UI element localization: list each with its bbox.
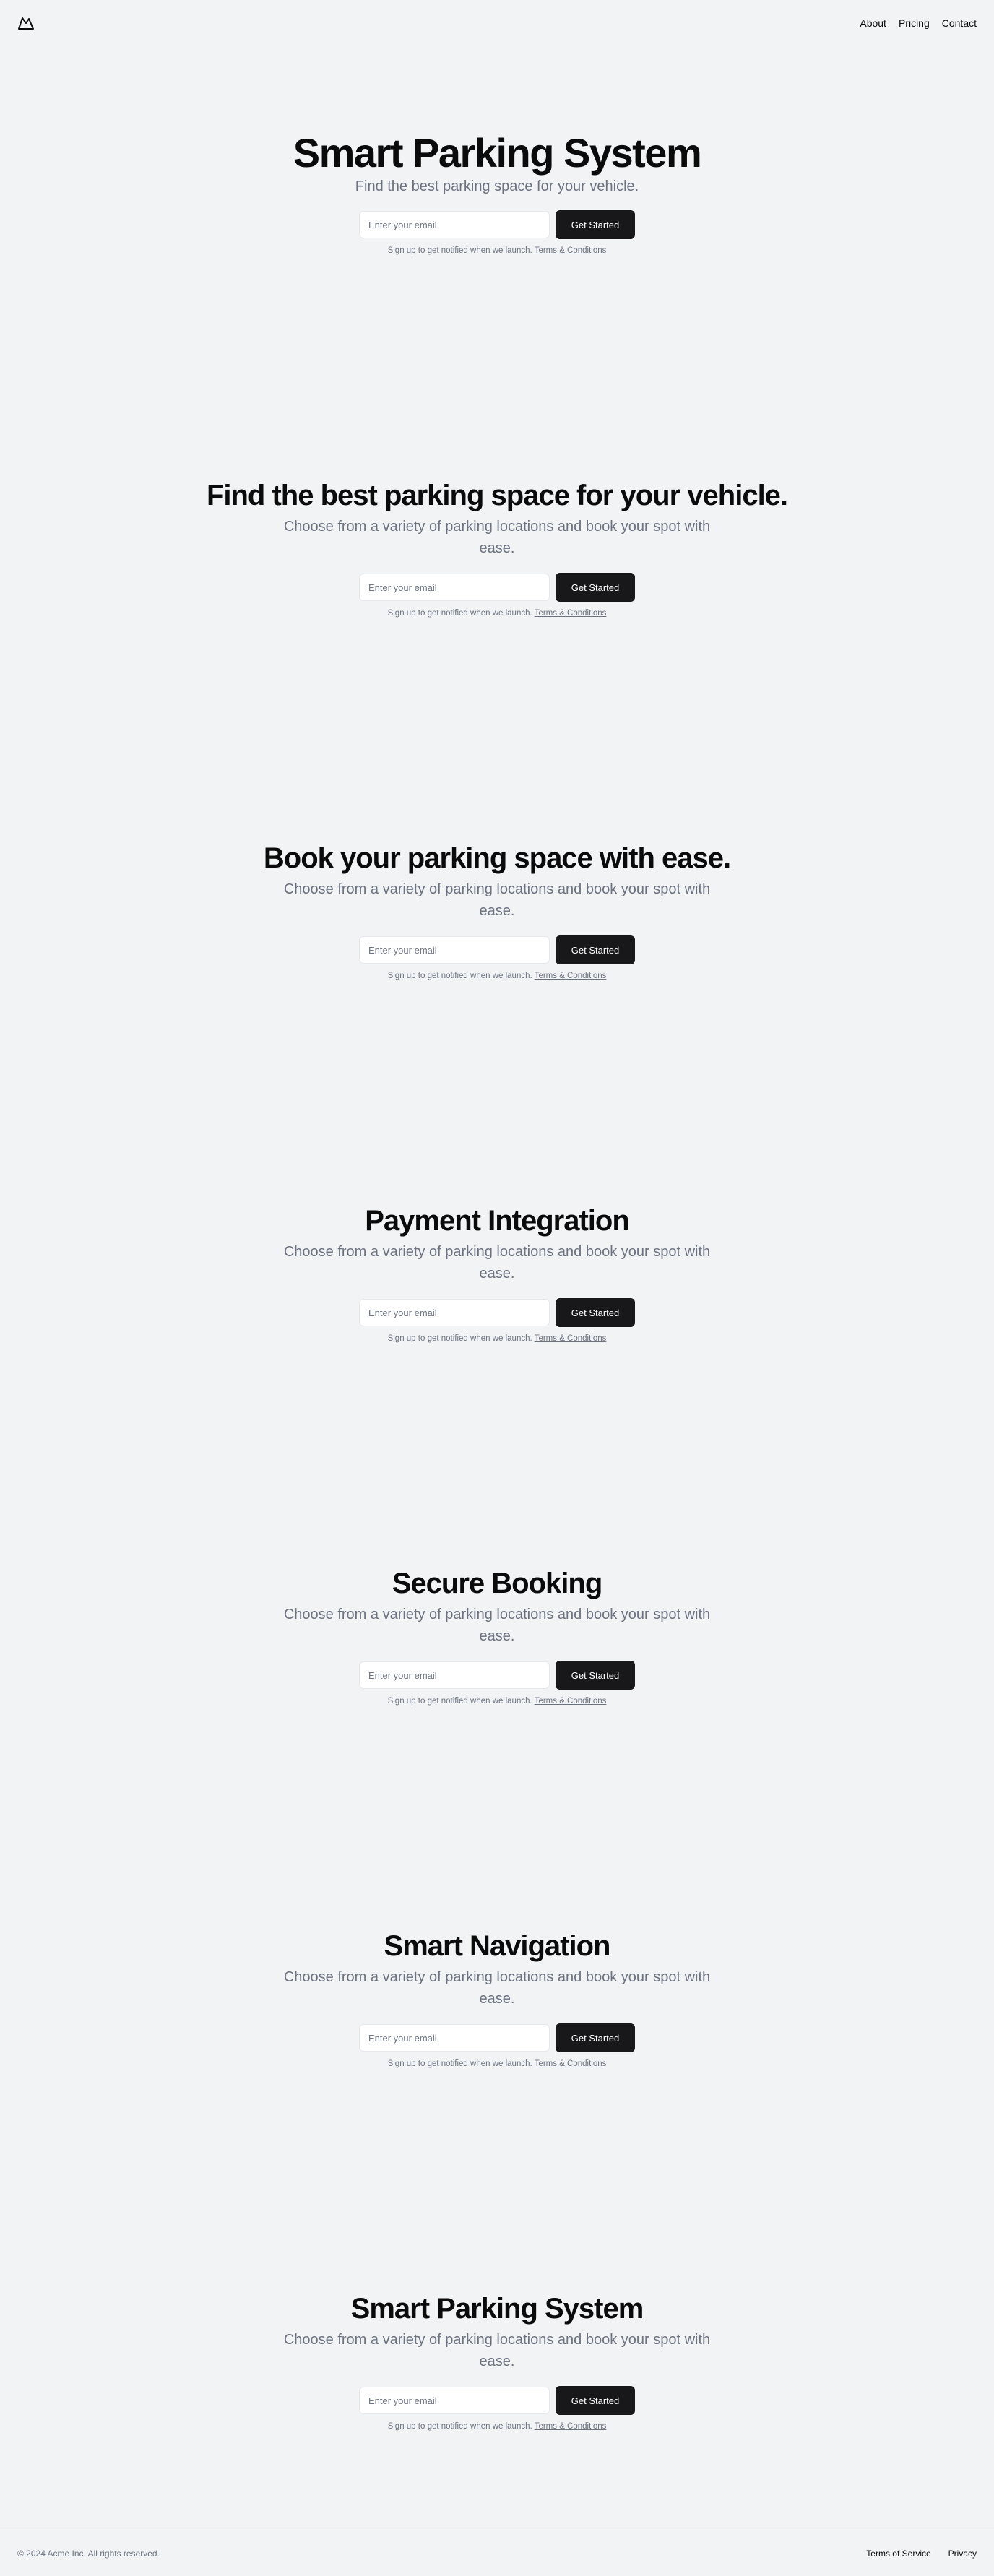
signup-note-text: Sign up to get notified when we launch. — [387, 2422, 535, 2431]
signup-note-text: Sign up to get notified when we launch. — [387, 1697, 535, 1706]
section-subtitle: Choose from a variety of parking locatio… — [283, 881, 711, 919]
signup-note: Sign up to get notified when we launch. … — [388, 1697, 607, 1706]
get-started-button[interactable]: Get Started — [556, 2023, 635, 2052]
main-nav: About Pricing Contact — [860, 17, 977, 29]
section-title: Payment Integration — [365, 1205, 630, 1237]
email-input[interactable] — [359, 1661, 550, 1689]
nav-link-pricing[interactable]: Pricing — [899, 17, 930, 29]
section-title: Smart Parking System — [350, 2293, 644, 2325]
site-header: About Pricing Contact — [0, 0, 994, 46]
section-subtitle: Choose from a variety of parking locatio… — [283, 519, 711, 556]
get-started-button[interactable]: Get Started — [556, 2386, 635, 2415]
section-title: Secure Booking — [392, 1568, 603, 1599]
signup-form: Get Started — [359, 2023, 635, 2052]
terms-link[interactable]: Terms & Conditions — [535, 1697, 607, 1706]
section-title: Find the best parking space for your veh… — [206, 480, 788, 511]
hero-section: Smart Parking System Find the best parki… — [0, 130, 994, 255]
signup-note: Sign up to get notified when we launch. … — [388, 1334, 607, 1343]
nav-link-about[interactable]: About — [860, 17, 886, 29]
feature-section: Smart Navigation Choose from a variety o… — [0, 1929, 994, 2068]
signup-note: Sign up to get notified when we launch. … — [388, 609, 607, 618]
email-input[interactable] — [359, 936, 550, 964]
signup-note: Sign up to get notified when we launch. … — [388, 2422, 607, 2431]
feature-section: Find the best parking space for your veh… — [0, 478, 994, 618]
signup-form: Get Started — [359, 2386, 635, 2415]
section-subtitle: Choose from a variety of parking locatio… — [283, 1969, 711, 2007]
terms-link[interactable]: Terms & Conditions — [535, 246, 607, 255]
email-input[interactable] — [359, 2024, 550, 2052]
get-started-button[interactable]: Get Started — [556, 573, 635, 602]
email-input[interactable] — [359, 574, 550, 601]
signup-form: Get Started — [359, 573, 635, 602]
signup-note-text: Sign up to get notified when we launch. — [387, 1334, 535, 1343]
feature-section: Secure Booking Choose from a variety of … — [0, 1566, 994, 1706]
signup-note-text: Sign up to get notified when we launch. — [387, 972, 535, 980]
section-subtitle: Find the best parking space for your veh… — [355, 178, 639, 194]
signup-note-text: Sign up to get notified when we launch. — [387, 2059, 535, 2068]
privacy-link[interactable]: Privacy — [948, 2549, 977, 2559]
get-started-button[interactable]: Get Started — [556, 1298, 635, 1327]
get-started-button[interactable]: Get Started — [556, 1661, 635, 1690]
section-subtitle: Choose from a variety of parking locatio… — [283, 1607, 711, 1644]
email-input[interactable] — [359, 2387, 550, 2414]
signup-form: Get Started — [359, 1298, 635, 1327]
terms-link[interactable]: Terms & Conditions — [535, 1334, 607, 1343]
signup-form: Get Started — [359, 935, 635, 964]
footer-links: Terms of Service Privacy — [866, 2549, 977, 2559]
terms-link[interactable]: Terms & Conditions — [535, 2422, 607, 2431]
signup-note: Sign up to get notified when we launch. … — [388, 972, 607, 980]
mountain-icon[interactable] — [17, 14, 35, 32]
section-title: Smart Parking System — [293, 130, 702, 176]
section-subtitle: Choose from a variety of parking locatio… — [283, 2332, 711, 2369]
terms-link[interactable]: Terms & Conditions — [535, 972, 607, 980]
signup-form: Get Started — [359, 1661, 635, 1690]
section-subtitle: Choose from a variety of parking locatio… — [283, 1244, 711, 1281]
get-started-button[interactable]: Get Started — [556, 935, 635, 964]
section-title: Book your parking space with ease. — [263, 842, 731, 874]
signup-form: Get Started — [359, 210, 635, 239]
signup-note-text: Sign up to get notified when we launch. — [387, 246, 535, 255]
terms-link[interactable]: Terms & Conditions — [535, 2059, 607, 2068]
signup-note-text: Sign up to get notified when we launch. — [387, 609, 535, 618]
copyright-text: © 2024 Acme Inc. All rights reserved. — [17, 2548, 160, 2559]
feature-section: Payment Integration Choose from a variet… — [0, 1203, 994, 1343]
feature-section: Smart Parking System Choose from a varie… — [0, 2291, 994, 2431]
section-title: Smart Navigation — [384, 1930, 611, 1962]
terms-link[interactable]: Terms & Conditions — [535, 609, 607, 618]
email-input[interactable] — [359, 1299, 550, 1326]
terms-of-service-link[interactable]: Terms of Service — [866, 2549, 930, 2559]
get-started-button[interactable]: Get Started — [556, 210, 635, 239]
feature-section: Book your parking space with ease. Choos… — [0, 841, 994, 980]
site-footer: © 2024 Acme Inc. All rights reserved. Te… — [0, 2530, 994, 2576]
nav-link-contact[interactable]: Contact — [942, 17, 977, 29]
signup-note: Sign up to get notified when we launch. … — [388, 2059, 607, 2068]
email-input[interactable] — [359, 211, 550, 238]
signup-note: Sign up to get notified when we launch. … — [388, 246, 607, 255]
